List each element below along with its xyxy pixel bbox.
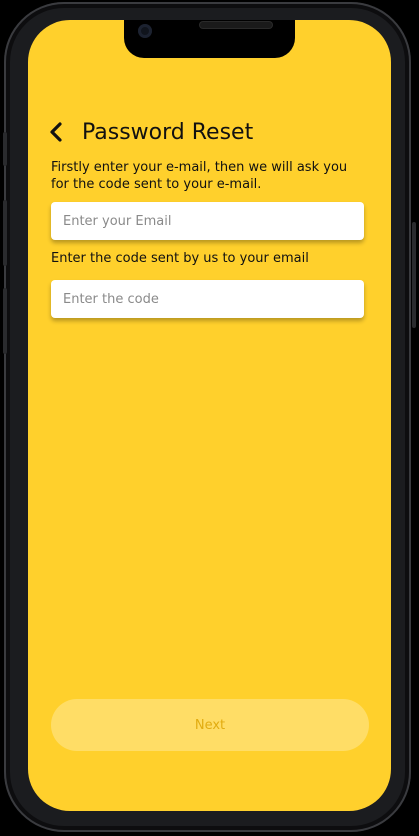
email-field[interactable] xyxy=(51,202,364,240)
notch xyxy=(124,20,295,58)
email-input[interactable] xyxy=(51,202,364,240)
front-camera xyxy=(138,24,152,38)
power-button xyxy=(412,222,416,328)
page-header: Password Reset xyxy=(48,114,253,150)
code-label: Enter the code sent by us to your email xyxy=(51,251,309,266)
volume-up-button xyxy=(3,200,7,266)
code-input[interactable] xyxy=(51,280,364,318)
code-field[interactable] xyxy=(51,280,364,318)
volume-down-button xyxy=(3,288,7,354)
back-button[interactable] xyxy=(48,118,74,146)
mute-switch xyxy=(3,132,7,166)
next-button[interactable]: Next xyxy=(51,699,369,751)
earpiece-speaker xyxy=(200,22,272,28)
chevron-left-icon xyxy=(50,122,62,142)
page-title: Password Reset xyxy=(82,119,254,145)
device-stage: Password Reset Firstly enter your e-mail… xyxy=(0,0,419,836)
instructions-text: Firstly enter your e-mail, then we will … xyxy=(51,160,348,192)
app-screen: Password Reset Firstly enter your e-mail… xyxy=(28,20,391,811)
